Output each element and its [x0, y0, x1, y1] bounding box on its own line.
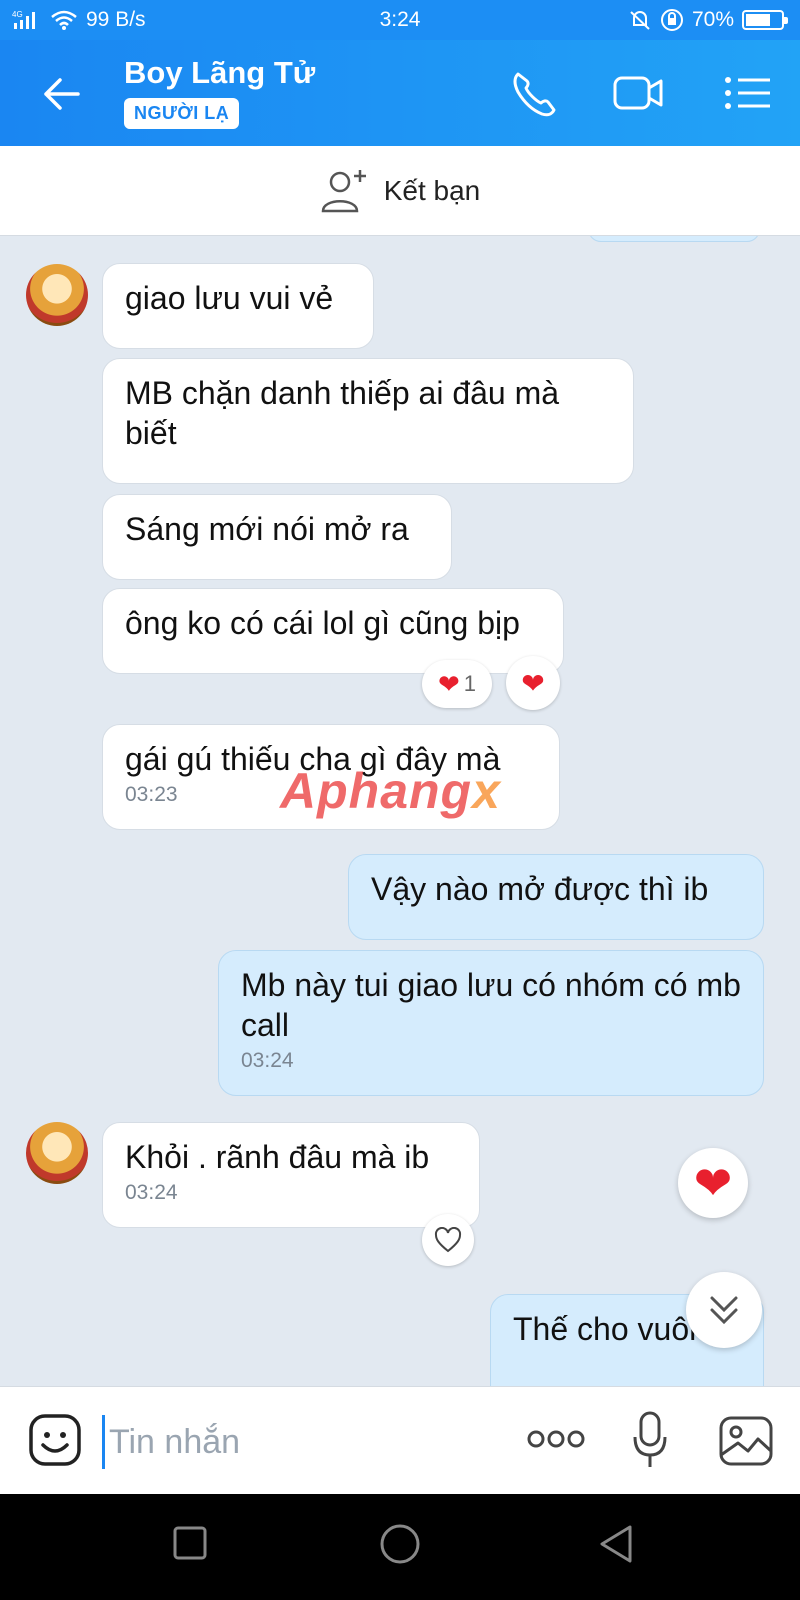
more-options-icon[interactable]	[526, 1427, 586, 1451]
message-bubble-outgoing[interactable]: Mb này tui giao lưu có nhóm có mb call 0…	[218, 950, 764, 1096]
partial-bubble	[588, 236, 760, 242]
rotation-lock-icon	[660, 9, 683, 31]
back-button[interactable]	[596, 1524, 636, 1564]
message-bubble-incoming[interactable]: Khỏi . rãnh đâu mà ib 03:24	[102, 1122, 480, 1228]
message-input[interactable]: Tin nhắn	[102, 1415, 482, 1469]
message-text: Sáng mới nói mở ra	[125, 511, 409, 547]
heart-icon: ❤	[693, 1157, 733, 1209]
react-button[interactable]: ❤	[506, 656, 560, 710]
stranger-badge: NGƯỜI LẠ	[124, 98, 240, 129]
battery-fill	[746, 14, 770, 26]
heart-icon: ❤	[521, 667, 545, 699]
message-bubble-incoming[interactable]: Sáng mới nói mở ra	[102, 494, 452, 580]
recent-apps-button[interactable]	[172, 1524, 208, 1564]
add-friend-label: Kết bạn	[383, 174, 481, 206]
mute-vibrate-icon	[630, 11, 650, 30]
contact-avatar[interactable]	[26, 264, 88, 326]
battery-percent: 70%	[691, 8, 734, 31]
system-nav-bar	[0, 1494, 800, 1600]
chat-header: Boy Lãng Tử NGƯỜI LẠ	[0, 40, 800, 146]
home-button[interactable]	[378, 1524, 422, 1568]
chat-area[interactable]: giao lưu vui vẻ MB chặn danh thiếp ai đâ…	[0, 236, 800, 1386]
message-time: 03:24	[241, 1049, 294, 1072]
heart-icon: ❤	[437, 668, 460, 699]
message-time: 03:24	[125, 1181, 178, 1204]
message-text: Vậy nào mở được thì ib	[371, 871, 709, 907]
message-text: gái gú thiếu cha gì đây mà	[125, 741, 501, 777]
message-text: ông ko có cái lol gì cũng bịp	[125, 605, 520, 641]
video-call-icon[interactable]	[612, 68, 664, 118]
double-chevron-down-icon	[710, 1296, 738, 1325]
message-text: Khỏi . rãnh đâu mà ib	[125, 1139, 430, 1175]
microphone-icon[interactable]	[632, 1411, 668, 1469]
reaction-count: 1	[463, 671, 477, 696]
message-bubble-incoming[interactable]: giao lưu vui vẻ	[102, 263, 374, 349]
heart-outline-icon	[434, 1227, 462, 1253]
status-bar: 4G 99 B/s 3:24 70%	[0, 0, 800, 40]
message-time: 03:23	[125, 783, 178, 806]
image-gallery-icon[interactable]	[718, 1415, 774, 1467]
message-bubble-incoming[interactable]: ông ko có cái lol gì cũng bịp	[102, 588, 564, 674]
add-friend-icon	[321, 169, 366, 212]
reaction-summary[interactable]: ❤ 1	[422, 660, 492, 708]
message-text: giao lưu vui vẻ	[125, 280, 334, 316]
message-bubble-incoming[interactable]: MB chặn danh thiếp ai đâu mà biết	[102, 358, 634, 484]
status-right: 70%	[628, 8, 788, 32]
menu-list-icon[interactable]	[722, 68, 774, 118]
message-text: MB chặn danh thiếp ai đâu mà biết	[125, 375, 560, 451]
message-text: Mb này tui giao lưu có nhóm có mb call	[241, 967, 741, 1043]
react-button[interactable]	[422, 1214, 474, 1266]
message-bubble-outgoing[interactable]: Vậy nào mở được thì ib	[348, 854, 764, 940]
back-arrow-icon[interactable]	[38, 70, 86, 118]
message-bubble-incoming[interactable]: gái gú thiếu cha gì đây mà 03:23	[102, 724, 560, 830]
sticker-emoji-icon[interactable]	[28, 1413, 82, 1467]
quick-reaction-heart-button[interactable]: ❤	[678, 1148, 748, 1218]
contact-name[interactable]: Boy Lãng Tử	[124, 55, 315, 91]
add-friend-bar[interactable]: Kết bạn	[0, 146, 800, 236]
battery-icon	[742, 10, 788, 30]
contact-avatar[interactable]	[26, 1122, 88, 1184]
message-composer: Tin nhắn	[0, 1386, 800, 1494]
phone-icon[interactable]	[508, 68, 560, 118]
scroll-to-bottom-button[interactable]	[686, 1272, 762, 1348]
